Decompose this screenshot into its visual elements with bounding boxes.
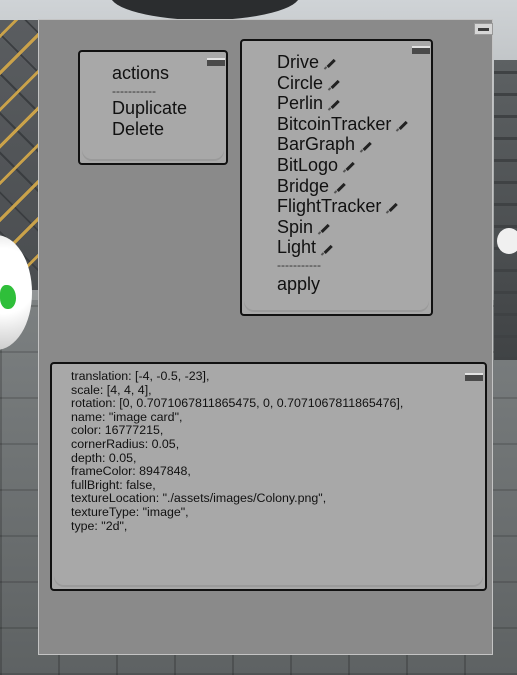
actions-minimize-icon[interactable]	[207, 58, 225, 66]
delete-menu-item[interactable]: Delete	[112, 119, 187, 140]
property-line: fullBright: false,	[71, 477, 156, 492]
behavior-item-bargraph[interactable]: BarGraph	[277, 134, 408, 155]
properties-text[interactable]: translation: [-4, -0.5, -23], scale: [4,…	[71, 369, 404, 533]
pencil-icon[interactable]	[334, 181, 346, 193]
pencil-icon[interactable]	[318, 222, 330, 234]
behavior-item-label: BarGraph	[277, 134, 356, 155]
behavior-item-label: FlightTracker	[277, 196, 382, 217]
actions-menu-separator: -----------	[112, 84, 156, 98]
actions-menu: actions ----------- Duplicate Delete	[78, 50, 228, 165]
pencil-icon[interactable]	[321, 243, 333, 255]
behavior-item-perlin[interactable]: Perlin	[277, 93, 408, 114]
scene-scaffold-right	[494, 60, 517, 360]
behavior-item-label: BitcoinTracker	[277, 113, 392, 134]
scene-white-object	[497, 228, 517, 254]
behaviors-menu: Drive Circle Perlin BitcoinTracker BarGr…	[240, 39, 433, 316]
property-line: rotation: [0, 0.7071067811865475, 0, 0.7…	[71, 396, 404, 411]
property-line: depth: 0.05,	[71, 450, 137, 465]
pencil-icon[interactable]	[324, 57, 336, 69]
behavior-item-label: Drive	[277, 52, 320, 72]
behaviors-menu-separator: -----------	[277, 257, 321, 272]
property-line: type: "2d",	[71, 518, 128, 533]
apply-button[interactable]: apply	[277, 274, 408, 295]
actions-menu-list: actions ----------- Duplicate Delete	[112, 63, 187, 140]
property-line: cornerRadius: 0.05,	[71, 436, 180, 451]
behavior-item-label: Circle	[277, 72, 324, 93]
behavior-item-label: Spin	[277, 216, 314, 237]
actions-menu-title: actions	[112, 63, 170, 83]
behavior-item-label: Bridge	[277, 175, 330, 196]
property-line: textureType: "image",	[71, 504, 189, 519]
property-line: scale: [4, 4, 4],	[71, 382, 152, 397]
behavior-item-bitlogo[interactable]: BitLogo	[277, 155, 408, 176]
pencil-icon[interactable]	[343, 160, 355, 172]
pencil-icon[interactable]	[396, 119, 408, 131]
duplicate-menu-item[interactable]: Duplicate	[112, 98, 187, 119]
properties-minimize-icon[interactable]	[465, 373, 483, 381]
behavior-item-circle[interactable]: Circle	[277, 73, 408, 94]
property-line: textureLocation: "./assets/images/Colony…	[71, 491, 327, 506]
behavior-item-spin[interactable]: Spin	[277, 217, 408, 238]
panel-minimize-icon[interactable]	[474, 23, 493, 35]
behavior-item-drive[interactable]: Drive	[277, 52, 408, 73]
property-line: color: 16777215,	[71, 423, 164, 438]
pencil-icon[interactable]	[360, 140, 372, 152]
behavior-item-bitcointracker[interactable]: BitcoinTracker	[277, 114, 408, 135]
behavior-item-bridge[interactable]: Bridge	[277, 176, 408, 197]
behavior-item-label: BitLogo	[277, 154, 339, 175]
behavior-item-label: Perlin	[277, 93, 324, 114]
behavior-item-label: Light	[277, 237, 317, 258]
pencil-icon[interactable]	[386, 201, 398, 213]
pencil-icon[interactable]	[328, 98, 340, 110]
property-line: name: "image card",	[71, 409, 183, 424]
property-line: translation: [-4, -0.5, -23],	[71, 369, 210, 383]
behaviors-menu-list: Drive Circle Perlin BitcoinTracker BarGr…	[277, 52, 408, 295]
scene-ball-logo	[0, 285, 16, 309]
behaviors-minimize-icon[interactable]	[412, 46, 430, 54]
pencil-icon[interactable]	[328, 78, 340, 90]
properties-text-box[interactable]: translation: [-4, -0.5, -23], scale: [4,…	[50, 362, 487, 591]
behavior-item-light[interactable]: Light	[277, 237, 408, 258]
behavior-item-flighttracker[interactable]: FlightTracker	[277, 196, 408, 217]
property-line: frameColor: 8947848,	[71, 464, 191, 479]
